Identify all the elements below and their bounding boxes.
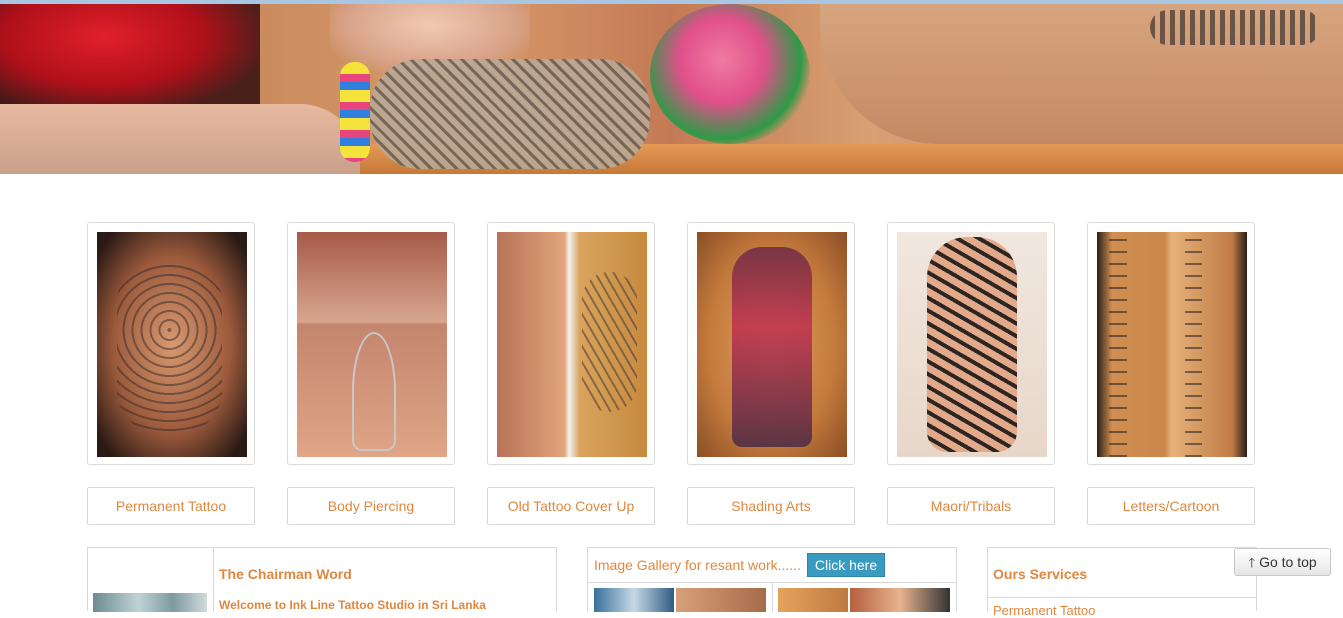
thumbnail-shading-arts[interactable] <box>687 222 855 465</box>
banner-red-hair <box>0 4 260 114</box>
category-button-letters-cartoon[interactable]: Letters/Cartoon <box>1087 487 1255 525</box>
banner-sleeve-tattoo <box>370 59 650 169</box>
services-divider <box>988 597 1256 598</box>
thumbnail-body-piercing[interactable] <box>287 222 455 465</box>
services-panel: Ours Services Permanent Tattoo <box>987 547 1257 618</box>
arrow-up-icon: 🡑 <box>1248 555 1256 570</box>
banner-flower-tattoo <box>650 4 810 144</box>
hero-banner-image <box>0 4 1343 174</box>
gallery-click-here-button[interactable]: Click here <box>807 553 885 577</box>
thumbnail-old-tattoo-cover-up[interactable] <box>487 222 655 465</box>
go-to-top-label: Go to top <box>1259 554 1317 570</box>
thumbnail-permanent-tattoo[interactable] <box>87 222 255 465</box>
thumbnail-maori-tribals[interactable] <box>887 222 1055 465</box>
chairman-title: The Chairman Word <box>219 566 352 582</box>
gallery-vertical-divider <box>772 583 773 612</box>
category-button-maori-tribals[interactable]: Maori/Tribals <box>887 487 1055 525</box>
cover-up-image <box>497 232 647 457</box>
thumbnail-letters-cartoon[interactable] <box>1087 222 1255 465</box>
permanent-tattoo-image <box>97 232 247 457</box>
gallery-image[interactable] <box>850 588 950 612</box>
banner-arm-tattoo <box>1150 10 1320 45</box>
services-title: Ours Services <box>993 566 1088 582</box>
category-button-permanent-tattoo[interactable]: Permanent Tattoo <box>87 487 255 525</box>
go-to-top-button[interactable]: 🡑 Go to top <box>1234 548 1331 576</box>
gallery-image[interactable] <box>676 588 766 612</box>
chairman-welcome-text: Welcome to Ink Line Tattoo Studio in Sri… <box>219 598 486 612</box>
shading-arts-image <box>697 232 847 457</box>
banner-bracelet <box>340 62 370 162</box>
body-piercing-image <box>297 232 447 457</box>
gallery-header: Image Gallery for resant work...... <box>594 557 801 573</box>
gallery-image[interactable] <box>594 588 674 612</box>
chairman-photo <box>93 593 207 612</box>
category-button-shading-arts[interactable]: Shading Arts <box>687 487 855 525</box>
category-button-old-tattoo-cover-up[interactable]: Old Tattoo Cover Up <box>487 487 655 525</box>
banner-hand <box>0 104 360 174</box>
letters-cartoon-image <box>1097 232 1247 457</box>
gallery-image[interactable] <box>778 588 848 612</box>
gallery-panel: Image Gallery for resant work...... Clic… <box>587 547 957 612</box>
chairman-panel: The Chairman Word Welcome to Ink Line Ta… <box>87 547 557 612</box>
chairman-photo-frame <box>88 548 214 612</box>
maori-tribals-image <box>897 232 1047 457</box>
category-button-body-piercing[interactable]: Body Piercing <box>287 487 455 525</box>
